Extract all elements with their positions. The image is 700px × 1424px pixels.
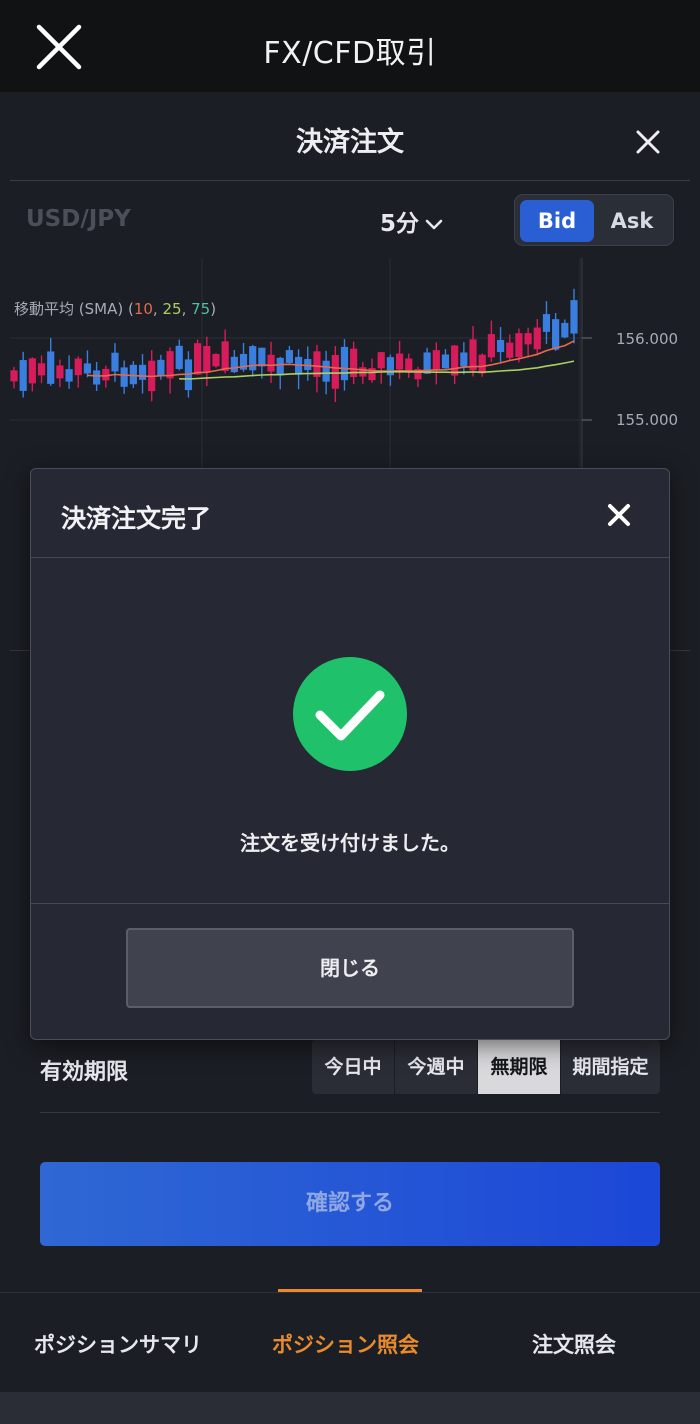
modal-overlay: 決済注文完了 注文を受け付けました。 閉じる: [0, 0, 700, 1424]
check-circle-icon: [293, 657, 407, 771]
dialog-divider: [31, 557, 669, 558]
dialog-message: 注文を受け付けました。: [240, 831, 460, 855]
close-icon[interactable]: [605, 501, 633, 529]
dialog-divider: [31, 903, 669, 904]
completion-dialog: 決済注文完了 注文を受け付けました。 閉じる: [30, 468, 670, 1040]
dialog-close-button[interactable]: 閉じる: [126, 928, 574, 1008]
dialog-title: 決済注文完了: [61, 504, 212, 533]
